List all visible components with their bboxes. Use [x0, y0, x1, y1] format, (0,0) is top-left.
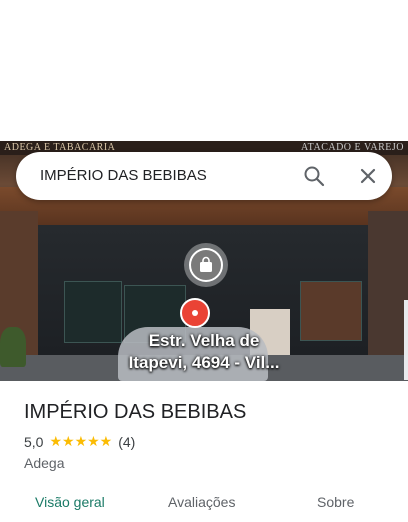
search-bar[interactable]: IMPÉRIO DAS BEBIBAS — [16, 152, 392, 200]
tab-about[interactable]: Sobre — [317, 494, 354, 510]
scrollbar[interactable] — [404, 300, 408, 380]
plant — [0, 327, 26, 367]
shopping-bag-icon — [189, 248, 223, 282]
tab-reviews[interactable]: Avaliações — [168, 494, 235, 510]
rating-stars-icon: ★★★★★ — [49, 433, 113, 449]
street-label-line2: Itapevi, 4694 - Vil... — [128, 353, 280, 372]
street-label-line1: Estr. Velha de — [148, 331, 260, 350]
close-icon[interactable] — [356, 164, 380, 188]
tab-bar: Visão geral Avaliações Sobre — [0, 489, 408, 522]
rating-row[interactable]: 5,0 ★★★★★ (4) — [24, 433, 135, 450]
place-category[interactable]: Adega — [24, 455, 64, 471]
search-input[interactable]: IMPÉRIO DAS BEBIBAS — [40, 152, 207, 200]
review-count[interactable]: (4) — [118, 434, 135, 450]
shop-marker[interactable] — [184, 243, 228, 287]
rating-value: 5,0 — [24, 433, 44, 450]
street-label: Estr. Velha de Itapevi, 4694 - Vil... — [96, 330, 312, 374]
tab-overview[interactable]: Visão geral — [35, 494, 105, 510]
location-pin-icon[interactable] — [180, 298, 210, 328]
place-panel: IMPÉRIO DAS BEBIBAS 5,0 ★★★★★ (4) Adega … — [0, 381, 408, 522]
place-title: IMPÉRIO DAS BEBIBAS — [24, 401, 247, 423]
search-icon[interactable] — [302, 164, 326, 188]
